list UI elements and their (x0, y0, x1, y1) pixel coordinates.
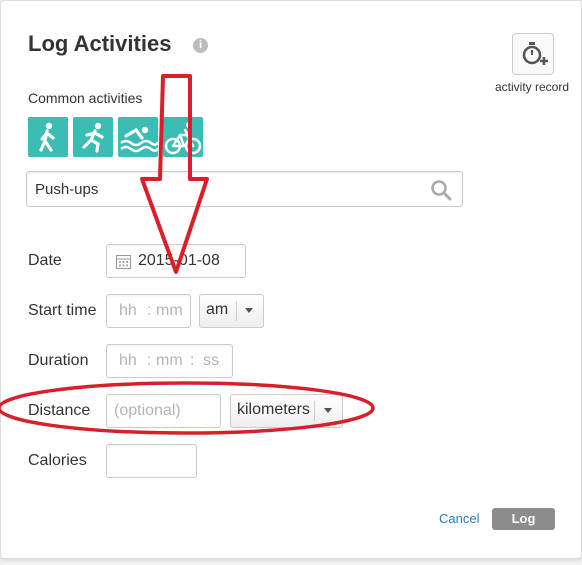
ampm-select[interactable]: am (199, 294, 264, 328)
cycling-icon (164, 122, 202, 155)
duration-separator: : (147, 352, 152, 369)
duration-seconds-input[interactable]: ss (203, 352, 219, 370)
calendar-icon[interactable] (116, 254, 131, 269)
start-time-separator: : (147, 302, 152, 319)
date-field[interactable]: 2015-01-08 (106, 244, 246, 278)
distance-placeholder: (optional) (114, 402, 181, 419)
swimming-icon (120, 126, 158, 153)
duration-separator: : (190, 352, 195, 369)
activity-record-label: activity record (494, 80, 570, 94)
walking-icon (39, 122, 55, 152)
calories-input[interactable] (106, 444, 197, 478)
duration-field[interactable]: hh : mm : ss (106, 344, 233, 378)
activity-record-button[interactable] (512, 33, 554, 75)
common-activities-label: Common activities (28, 90, 143, 106)
activity-search-field[interactable]: Push-ups (26, 171, 463, 207)
cancel-link[interactable]: Cancel (439, 511, 479, 526)
search-input[interactable]: Push-ups (35, 181, 98, 198)
start-time-label: Start time (28, 302, 97, 319)
info-icon[interactable]: i (193, 38, 208, 53)
date-value: 2015-01-08 (138, 252, 220, 269)
swimming-activity-button[interactable] (118, 117, 158, 157)
start-time-field[interactable]: hh : mm (106, 294, 191, 328)
duration-minutes-input[interactable]: mm (156, 352, 183, 370)
duration-label: Duration (28, 352, 89, 369)
log-button[interactable]: Log (492, 508, 555, 530)
duration-hours-input[interactable]: hh (119, 352, 137, 370)
distance-unit-select[interactable]: kilometers (230, 394, 343, 428)
distance-input[interactable]: (optional) (106, 394, 221, 428)
start-minute-input[interactable]: mm (156, 302, 183, 320)
cycling-activity-button[interactable] (163, 117, 203, 157)
date-label: Date (28, 252, 62, 269)
stopwatch-plus-icon (522, 42, 548, 65)
running-activity-button[interactable] (73, 117, 113, 157)
distance-unit-value: kilometers (237, 401, 310, 418)
chevron-down-icon (324, 408, 332, 413)
log-activities-dialog: Log Activities i activity record Common … (0, 0, 582, 559)
dialog-title: Log Activities (28, 31, 172, 56)
walking-activity-button[interactable] (28, 117, 68, 157)
chevron-down-icon (245, 308, 253, 313)
start-hour-input[interactable]: hh (119, 302, 137, 320)
calories-label: Calories (28, 452, 87, 469)
search-icon[interactable] (430, 179, 452, 201)
ampm-value: am (206, 301, 229, 318)
distance-label: Distance (28, 402, 91, 419)
running-icon (82, 122, 104, 153)
